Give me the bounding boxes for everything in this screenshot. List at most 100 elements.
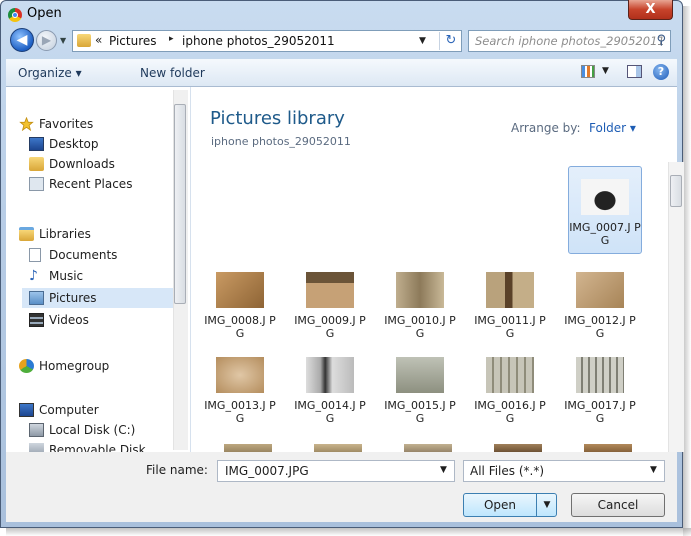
file-name: IMG_0016.J PG xyxy=(474,399,546,425)
star-icon xyxy=(19,117,34,131)
file-tile[interactable]: IMG_0014.J PG xyxy=(290,357,370,425)
folder-icon xyxy=(77,34,91,47)
sidebar-item-label: Favorites xyxy=(39,117,94,131)
sidebar-item-label: Downloads xyxy=(49,157,115,171)
documents-icon xyxy=(29,248,41,262)
photo-thumbnail xyxy=(576,357,624,393)
computer-icon xyxy=(19,403,34,417)
photo-thumbnail xyxy=(486,357,534,393)
overflow-chevron[interactable]: « xyxy=(95,33,102,47)
refresh-button[interactable]: ↻ xyxy=(439,32,462,50)
photo-thumbnail xyxy=(216,357,264,393)
file-tile[interactable]: IMG_0007.J PG xyxy=(565,179,645,247)
file-name: IMG_0012.J PG xyxy=(564,314,636,340)
photo-thumbnail xyxy=(216,272,264,308)
file-name: IMG_0009.J PG xyxy=(294,314,366,340)
file-list-pane: Pictures library iphone photos_29052011 … xyxy=(191,87,677,452)
sidebar-item-label: Desktop xyxy=(49,137,99,151)
file-tile[interactable]: IMG_0015.J PG xyxy=(380,357,460,425)
file-name: IMG_0007.J PG xyxy=(569,221,641,247)
file-type-select[interactable]: All Files (*.*) ▼ xyxy=(463,460,665,482)
address-bar[interactable]: « Pictures ▸ iphone photos_29052011 ▼ ↻ xyxy=(72,30,462,52)
photo-thumbnail xyxy=(396,357,444,393)
cancel-button[interactable]: Cancel xyxy=(571,493,665,517)
downloads-icon xyxy=(29,157,44,171)
file-tile[interactable]: IMG_0017.J PG xyxy=(560,357,640,425)
back-button[interactable]: ◀ xyxy=(10,28,34,52)
sidebar-item-label: Removable Disk xyxy=(49,443,146,452)
photo-thumbnail xyxy=(306,272,354,308)
file-tile[interactable]: IMG_0009.J PG xyxy=(290,272,370,340)
library-title: Pictures library xyxy=(210,108,345,129)
file-tile[interactable]: IMG_0010.J PG xyxy=(380,272,460,340)
file-name-label: File name: xyxy=(146,463,208,477)
file-list-scrollbar-thumb[interactable] xyxy=(670,175,682,207)
file-tile[interactable]: IMG_0013.J PG xyxy=(200,357,280,425)
photo-thumbnail-partial xyxy=(314,444,362,452)
music-icon: ♪ xyxy=(29,268,38,284)
file-tile[interactable]: IMG_0011.J PG xyxy=(470,272,550,340)
photo-thumbnail-partial xyxy=(584,444,632,452)
sidebar-item-label: Computer xyxy=(39,403,99,417)
breadcrumb-pictures[interactable]: Pictures xyxy=(109,34,157,48)
libraries-icon xyxy=(19,227,34,241)
arrange-by-dropdown[interactable]: Folder ▾ xyxy=(589,121,636,135)
file-name-input[interactable]: IMG_0007.JPG ▼ xyxy=(217,460,455,482)
file-tile[interactable]: IMG_0008.J PG xyxy=(200,272,280,340)
file-name: IMG_0010.J PG xyxy=(384,314,456,340)
recent-locations-dropdown-icon[interactable]: ▼ xyxy=(60,36,66,45)
file-name: IMG_0015.J PG xyxy=(384,399,456,425)
file-type-value: All Files (*.*) xyxy=(470,464,545,478)
navigation-scrollbar-thumb[interactable] xyxy=(174,104,186,304)
window-title: Open xyxy=(27,6,62,21)
recent-places-icon xyxy=(29,177,44,191)
organize-button[interactable]: Organize ▾ xyxy=(18,66,82,80)
view-dropdown-icon[interactable]: ▼ xyxy=(602,66,609,76)
chevron-down-icon[interactable]: ▼ xyxy=(440,465,447,475)
sunglasses-thumbnail xyxy=(581,179,629,215)
photo-thumbnail-partial xyxy=(224,444,272,452)
sidebar-item-label: Homegroup xyxy=(39,359,110,373)
photo-thumbnail xyxy=(396,272,444,308)
homegroup-icon xyxy=(19,359,34,373)
chevron-down-icon[interactable]: ▼ xyxy=(650,465,657,475)
search-placeholder: Search iphone photos_29052011 xyxy=(475,34,665,48)
sidebar-item-label: Pictures xyxy=(49,291,97,305)
arrange-by-label: Arrange by: xyxy=(511,121,581,135)
address-dropdown-icon[interactable]: ▼ xyxy=(419,36,426,46)
chrome-icon xyxy=(8,8,22,22)
sidebar-item-pictures[interactable]: Pictures xyxy=(22,288,177,308)
command-bar: Organize ▾ New folder ▼ ? xyxy=(6,59,677,87)
sidebar-item-label: Videos xyxy=(49,313,89,327)
breadcrumb-separator-icon[interactable]: ▸ xyxy=(169,34,174,44)
open-button-label: Open xyxy=(483,498,517,512)
preview-pane-icon[interactable] xyxy=(627,65,642,78)
new-folder-button[interactable]: New folder xyxy=(140,66,205,80)
open-options-dropdown-icon[interactable]: ▼ xyxy=(536,494,557,516)
file-name-value: IMG_0007.JPG xyxy=(225,464,309,478)
pictures-icon xyxy=(29,291,44,305)
help-icon[interactable]: ? xyxy=(653,64,669,80)
file-name: IMG_0013.J PG xyxy=(204,399,276,425)
photo-thumbnail-partial xyxy=(494,444,542,452)
window-shadow-bottom xyxy=(6,528,691,536)
window-shadow-right xyxy=(683,6,691,536)
removable-disk-icon xyxy=(29,443,44,452)
desktop-icon xyxy=(29,137,44,151)
file-tile[interactable]: IMG_0016.J PG xyxy=(470,357,550,425)
change-view-icon[interactable] xyxy=(581,65,595,78)
forward-button[interactable]: ▶ xyxy=(36,30,57,51)
library-subtitle: iphone photos_29052011 xyxy=(211,135,351,148)
file-tile[interactable]: IMG_0012.J PG xyxy=(560,272,640,340)
photo-thumbnail xyxy=(486,272,534,308)
close-button[interactable]: X xyxy=(628,0,673,20)
breadcrumb-iphone-photos[interactable]: iphone photos_29052011 xyxy=(182,34,335,48)
sidebar-item-label: Libraries xyxy=(39,227,91,241)
search-input[interactable]: Search iphone photos_29052011 ⚲ xyxy=(468,30,671,52)
photo-thumbnail xyxy=(306,357,354,393)
local-disk-icon xyxy=(29,423,44,437)
videos-icon xyxy=(29,313,44,327)
navigation-pane: Favorites Desktop Downloads Recent Place… xyxy=(6,87,191,452)
file-name: IMG_0008.J PG xyxy=(204,314,276,340)
search-icon[interactable]: ⚲ xyxy=(656,33,666,48)
